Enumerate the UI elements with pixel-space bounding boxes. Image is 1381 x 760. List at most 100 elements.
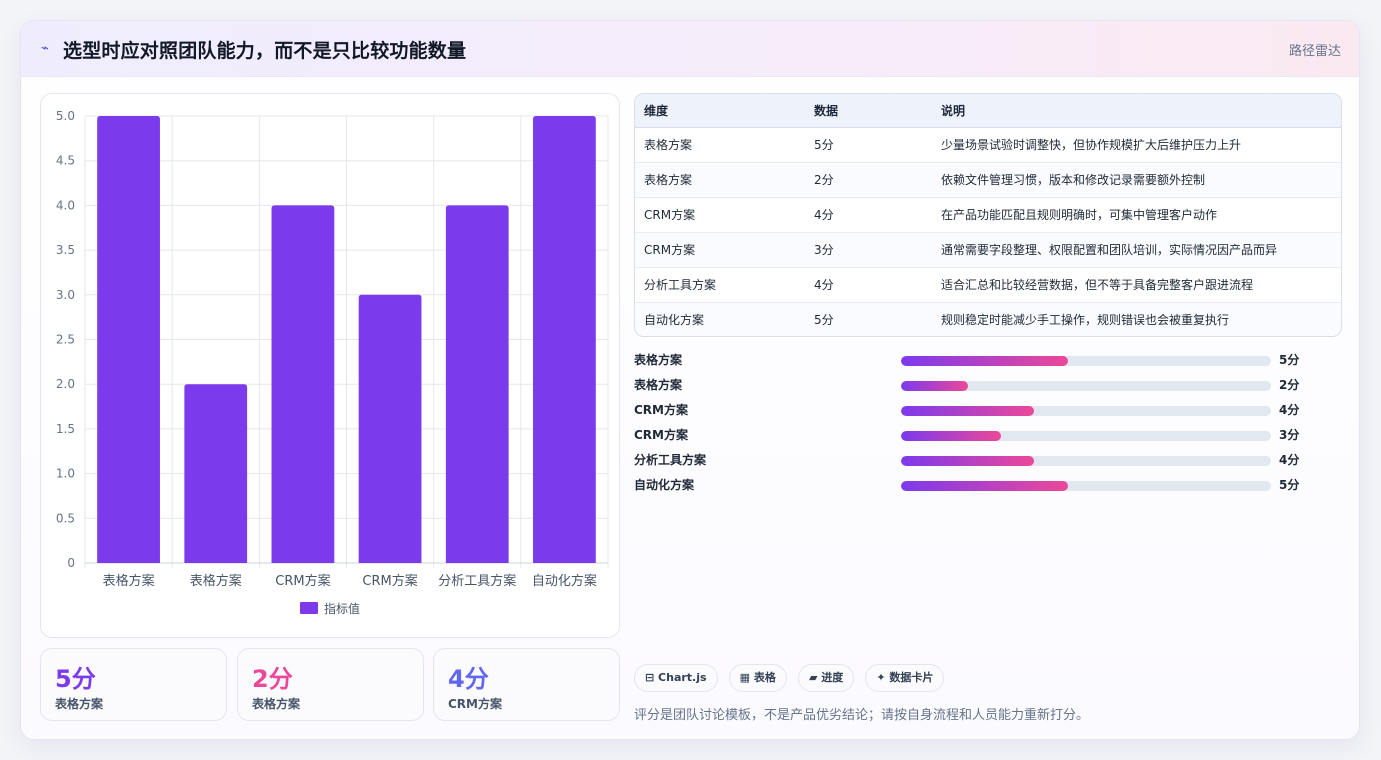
progress-value: 2分 (1279, 378, 1300, 392)
column-header: 说明 (932, 94, 1341, 128)
chart-bar (184, 384, 248, 563)
table-header-row: 维度 数据 说明 (635, 94, 1341, 128)
progress-track (901, 431, 1271, 441)
header: ⌁ 选型时应对照团队能力，而不是只比较功能数量 路径雷达 (21, 21, 1359, 77)
stat-card: 2分 表格方案 (237, 648, 424, 721)
chart-bar (358, 294, 422, 563)
table-cell: 5分 (805, 127, 932, 163)
x-tick-label: CRM方案 (275, 573, 330, 589)
table-cell: 在产品功能匹配且规则明确时，可集中管理客户动作 (932, 197, 1341, 233)
y-tick-label: 2.5 (56, 333, 75, 347)
header-tag: 路径雷达 (1288, 44, 1341, 59)
table-cell: CRM方案 (635, 197, 805, 233)
y-tick-label: 0.5 (56, 511, 75, 525)
progress-label: CRM方案 (634, 403, 688, 417)
table-row: CRM方案 3分 通常需要字段整理、权限配置和团队培训，实际情况因产品而异 (635, 232, 1341, 268)
x-tick-label: 自动化方案 (532, 573, 597, 589)
progress-fill (901, 456, 1035, 466)
table-cell: 表格方案 (635, 162, 805, 198)
progress-label: 表格方案 (634, 353, 683, 367)
progress-value: 4分 (1279, 453, 1300, 467)
y-tick-label: 1.5 (56, 422, 75, 436)
stat-value: 5分 (55, 665, 96, 693)
table-row: 表格方案 2分 依赖文件管理习惯，版本和修改记录需要额外控制 (635, 162, 1341, 198)
tag-pill-data-card[interactable]: ✦ 数据卡片 (865, 664, 945, 692)
footnote: 评分是团队讨论模板，不是产品优劣结论；请按自身流程和人员能力重新打分。 (634, 708, 1090, 723)
progress-row: 分析工具方案 4分 (634, 447, 1342, 472)
table-cell: 分析工具方案 (635, 267, 805, 303)
progress-row: 表格方案 2分 (634, 372, 1342, 397)
progress-fill (901, 381, 968, 391)
table-cell: 表格方案 (635, 127, 805, 163)
table-cell: 依赖文件管理习惯，版本和修改记录需要额外控制 (932, 162, 1341, 198)
table-cell: 2分 (805, 162, 932, 198)
y-tick-label: 2.0 (56, 377, 75, 391)
stat-label: 表格方案 (55, 697, 104, 711)
progress-label: 自动化方案 (634, 478, 695, 492)
progress-fill (901, 481, 1068, 491)
progress-row: 表格方案 5分 (634, 347, 1342, 372)
stat-label: 表格方案 (252, 697, 301, 711)
stat-label: CRM方案 (448, 697, 502, 711)
progress-label: CRM方案 (634, 428, 688, 442)
bar-chart-panel: 0 0.5 1.0 1.5 2.0 2.5 3.0 3.5 4.0 4.5 5.0 表格方案 表格方案 C… (40, 93, 620, 638)
progress-track (901, 406, 1271, 416)
table-cell: 适合汇总和比较经营数据，但不等于具备完整客户跟进流程 (932, 267, 1341, 303)
progress-list: 表格方案 5分 表格方案 2分 CRM方案 4分 CRM方案 3分 分析工具方案… (634, 347, 1342, 497)
dashboard-card: ⌁ 选型时应对照团队能力，而不是只比较功能数量 路径雷达 0 0.5 1.0 1.5 2… (20, 20, 1360, 740)
progress-track (901, 381, 1271, 391)
progress-value: 5分 (1279, 478, 1300, 492)
column-header: 数据 (805, 94, 932, 128)
data-table: 维度 数据 说明 表格方案 5分 少量场景试验时调整快，但协作规模扩大后维护压力… (634, 93, 1342, 337)
stat-card: 5分 表格方案 (40, 648, 227, 721)
chart-bar (271, 205, 335, 563)
y-tick-label: 3.0 (56, 288, 75, 302)
progress-track (901, 481, 1271, 491)
table-row: 表格方案 5分 少量场景试验时调整快，但协作规模扩大后维护压力上升 (635, 127, 1341, 163)
x-tick-label: CRM方案 (362, 573, 417, 589)
chart-bar (97, 116, 160, 563)
progress-track (901, 456, 1271, 466)
legend-swatch (300, 602, 318, 614)
table-cell: 少量场景试验时调整快，但协作规模扩大后维护压力上升 (932, 127, 1341, 163)
tag-pills: ⊟ Chart.js ▦ 表格 ▰ 进度 ✦ 数据卡片 (634, 664, 950, 692)
stat-value: 4分 (448, 665, 489, 693)
y-tick-label: 3.5 (56, 243, 75, 257)
y-tick-label: 4.0 (56, 198, 75, 212)
progress-label: 分析工具方案 (634, 453, 707, 467)
progress-track (901, 356, 1271, 366)
progress-label: 表格方案 (634, 378, 683, 392)
progress-fill (901, 406, 1035, 416)
table-cell: 4分 (805, 267, 932, 303)
progress-row: 自动化方案 5分 (634, 472, 1342, 497)
tag-pill-table[interactable]: ▦ 表格 (728, 664, 787, 692)
y-tick-label: 0 (67, 556, 75, 570)
table-cell: 4分 (805, 197, 932, 233)
table-cell: 规则稳定时能减少手工操作，规则错误也会被重复执行 (932, 302, 1341, 336)
x-tick-label: 表格方案 (190, 573, 242, 589)
table-cell: 3分 (805, 232, 932, 268)
table-cell: 5分 (805, 302, 932, 336)
table-row: 分析工具方案 4分 适合汇总和比较经营数据，但不等于具备完整客户跟进流程 (635, 267, 1341, 303)
progress-value: 4分 (1279, 403, 1300, 417)
progress-fill (901, 431, 1001, 441)
progress-row: CRM方案 4分 (634, 397, 1342, 422)
progress-row: CRM方案 3分 (634, 422, 1342, 447)
table-cell: 自动化方案 (635, 302, 805, 336)
table-cell: 通常需要字段整理、权限配置和团队培训，实际情况因产品而异 (932, 232, 1341, 268)
table-row: CRM方案 4分 在产品功能匹配且规则明确时，可集中管理客户动作 (635, 197, 1341, 233)
progress-value: 5分 (1279, 353, 1300, 367)
bar-chart: 0 0.5 1.0 1.5 2.0 2.5 3.0 3.5 4.0 4.5 5.0 表格方案 表格方案 C… (56, 109, 609, 616)
stat-card: 4分 CRM方案 (433, 648, 620, 721)
chart-bar (533, 116, 596, 563)
table-row: 自动化方案 5分 规则稳定时能减少手工操作，规则错误也会被重复执行 (635, 302, 1341, 336)
progress-fill (901, 356, 1068, 366)
column-header: 维度 (635, 94, 805, 128)
page-title: 选型时应对照团队能力，而不是只比较功能数量 (63, 40, 467, 62)
progress-value: 3分 (1279, 428, 1300, 442)
y-tick-label: 5.0 (56, 109, 75, 123)
tag-pill-chartjs[interactable]: ⊟ Chart.js (634, 664, 718, 692)
legend-label: 指标值 (324, 601, 360, 616)
tag-pill-progress[interactable]: ▰ 进度 (797, 664, 855, 692)
y-tick-label: 4.5 (56, 154, 75, 168)
